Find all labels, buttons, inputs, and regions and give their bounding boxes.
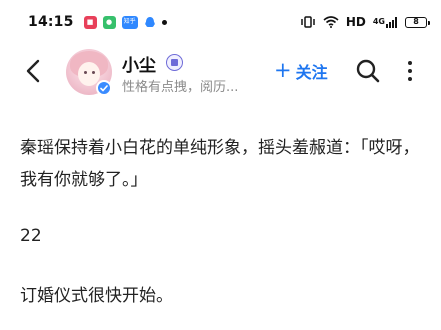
screen: 14:15 ■ ● 知乎 HD 4G 8 小尘 性格有点拽，阅历... + 关注… [0, 0, 441, 330]
status-indicators: HD 4G 8 [300, 15, 430, 29]
creator-badge-icon [166, 54, 183, 71]
zhihu-app-icon: 知乎 [121, 15, 138, 29]
chevron-left-icon [26, 59, 40, 83]
hd-label: HD [345, 15, 366, 29]
more-dot [408, 61, 412, 65]
more-notifications-dot [161, 19, 167, 25]
notification-icons: ■ ● 知乎 [83, 15, 167, 29]
vibrate-icon [300, 16, 316, 28]
battery-icon: 8 [405, 16, 430, 28]
red-app-icon: ■ [83, 15, 97, 29]
paragraph: 订婚仪式很快开始。 [20, 286, 173, 306]
green-chat-app-icon: ● [102, 15, 116, 29]
author-bio: 性格有点拽，阅历... [122, 80, 239, 95]
signal-icon: 4G [372, 16, 398, 28]
qq-app-icon [144, 16, 156, 29]
status-bar: 14:15 ■ ● 知乎 HD 4G 8 [0, 0, 441, 44]
signal-label: 4G [372, 16, 385, 26]
chapter-number: 22 [20, 226, 42, 246]
more-options-button[interactable] [404, 58, 416, 84]
status-time: 14:15 [28, 14, 74, 30]
plus-icon: + [274, 57, 292, 82]
author-header: 小尘 性格有点拽，阅历... + 关注 [0, 44, 441, 98]
more-dot [408, 69, 412, 73]
paragraph: 秦瑶保持着小白花的单纯形象，摇头羞赧道：「哎呀，我有你就够了。」 [20, 138, 420, 190]
back-button[interactable] [22, 58, 44, 84]
follow-label: 关注 [295, 63, 328, 82]
search-button[interactable] [355, 58, 381, 84]
search-icon [356, 59, 380, 83]
more-dot [408, 77, 412, 81]
verified-icon [96, 80, 112, 96]
follow-button[interactable]: + 关注 [274, 58, 328, 84]
author-name[interactable]: 小尘 [122, 51, 156, 76]
wifi-icon [323, 16, 339, 28]
